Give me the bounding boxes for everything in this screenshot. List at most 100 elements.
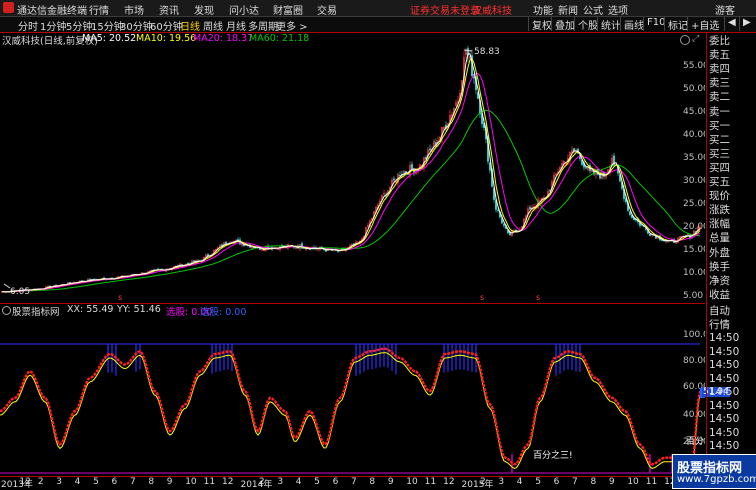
- gegu-button[interactable]: 个股: [574, 17, 598, 32]
- indicator-xx-line: [0, 347, 702, 466]
- svg-text:20.00: 20.00: [683, 437, 705, 447]
- date-label: 8: [590, 477, 597, 487]
- panel-label: 14:50: [709, 359, 740, 371]
- ma60-value: MA60: 21.18: [249, 33, 310, 44]
- panel-label: 买五: [709, 176, 730, 188]
- tab-30min[interactable]: 30分钟: [120, 18, 153, 33]
- menu-zixun[interactable]: 资讯: [159, 2, 179, 17]
- indicator-settings-icon[interactable]: [2, 306, 11, 315]
- stock-name-link[interactable]: 汉威科技: [472, 2, 512, 17]
- date-label: 2: [258, 477, 265, 487]
- kline-chart[interactable]: 58.83 6.05 s s s 55.00 50.00 45.00 40.00…: [0, 46, 705, 302]
- tab-more[interactable]: 更多 >: [276, 18, 308, 33]
- tab-weekly[interactable]: 周线: [203, 18, 223, 33]
- svg-text:100.0: 100.0: [683, 330, 705, 340]
- svg-text:35.00: 35.00: [683, 153, 705, 163]
- ma10-value: MA10: 19.56: [136, 33, 197, 44]
- tab-15min[interactable]: 15分钟: [91, 18, 124, 33]
- tab-fenshi[interactable]: 分时: [18, 18, 38, 33]
- date-label: 2015年: [461, 480, 494, 490]
- panel-label: 涨跌: [709, 204, 730, 217]
- huaxian-button[interactable]: 画线: [620, 17, 644, 32]
- candle-body: [399, 175, 401, 177]
- menu-gongshi[interactable]: 公式: [583, 2, 603, 17]
- f10-button[interactable]: F10: [643, 17, 665, 31]
- settings-icon[interactable]: [680, 35, 690, 45]
- menu-gongneng[interactable]: 功能: [533, 2, 553, 17]
- indicator-yy-line: [0, 352, 701, 469]
- date-label: 10: [627, 477, 639, 487]
- date-label: 12: [222, 477, 234, 487]
- ma20-line: [1, 72, 701, 293]
- expand-icon[interactable]: ⤢: [692, 34, 699, 44]
- menu-caifuquan[interactable]: 财富圈: [273, 2, 303, 17]
- date-label: 3: [498, 477, 505, 487]
- date-label: 10: [406, 477, 418, 487]
- next-arrow-icon[interactable]: ▶: [739, 17, 751, 31]
- panel-label: 14:50: [709, 345, 740, 358]
- tab-1min[interactable]: 1分钟: [40, 18, 66, 33]
- svg-text:5.00: 5.00: [683, 291, 703, 301]
- tab-daily[interactable]: 日线: [180, 18, 200, 33]
- menu-jiaoyi[interactable]: 交易: [317, 2, 337, 17]
- panel-label: 买二: [709, 133, 730, 146]
- panel-label: 卖三: [709, 77, 730, 90]
- date-label: 4: [295, 477, 302, 487]
- panel-label: 卖一: [709, 105, 730, 118]
- menu-xuanxiang[interactable]: 选项: [608, 2, 628, 17]
- panel-label: 卖四: [709, 63, 730, 76]
- xx-value: XX: 55.49: [67, 304, 114, 315]
- tab-5min[interactable]: 5分钟: [66, 18, 92, 33]
- biaoji-button[interactable]: 标记: [664, 17, 688, 32]
- date-label: 7: [351, 477, 357, 487]
- date-label: 6: [111, 477, 118, 487]
- candle-body: [529, 207, 531, 210]
- candle-body: [411, 164, 413, 169]
- date-label: 5: [314, 477, 320, 487]
- menu-faxian[interactable]: 发现: [194, 2, 214, 17]
- date-label: 9: [387, 477, 394, 487]
- ma60-line: [1, 109, 700, 293]
- tab-60min[interactable]: 60分钟: [150, 18, 183, 33]
- high-marker: 58.83: [463, 47, 500, 57]
- panel-label: 14:50: [709, 426, 740, 439]
- menu-wenxiaoda[interactable]: 问小达: [229, 2, 259, 17]
- panel-label: 换手: [709, 260, 730, 273]
- login-alert[interactable]: 证券交易未登录: [410, 2, 480, 17]
- date-label: 3: [277, 477, 284, 487]
- title-bar: 通达信金融终端 行情 市场 资讯 发现 问小达 财富圈 交易 证券交易未登录 汉…: [0, 0, 756, 17]
- svg-text:55.00: 55.00: [683, 61, 705, 71]
- svg-text:40.00: 40.00: [683, 410, 705, 420]
- date-label: 5: [535, 477, 541, 487]
- menu-youke[interactable]: 游客: [715, 2, 735, 17]
- tab-multi-period[interactable]: 多周期: [248, 18, 278, 33]
- date-label: 6: [553, 477, 560, 487]
- menu-hangqing[interactable]: 行情: [89, 2, 109, 17]
- svg-text:15.00: 15.00: [683, 245, 705, 255]
- signal-marker: s: [480, 293, 484, 302]
- date-label: 9: [166, 477, 173, 487]
- svg-text:45.00: 45.00: [683, 107, 705, 117]
- panel-label: 14:50: [709, 440, 740, 452]
- tongji-button[interactable]: 统计: [597, 17, 621, 32]
- candle-body: [585, 167, 587, 169]
- add-favorite-button[interactable]: +自选: [687, 17, 719, 32]
- diejia-button[interactable]: 叠加: [551, 17, 575, 32]
- panel-label: 14:50: [709, 413, 740, 425]
- date-label: 11: [645, 477, 658, 487]
- candle-body: [325, 250, 327, 252]
- candle-body: [429, 148, 431, 151]
- panel-label: 卖五: [709, 49, 730, 62]
- menu-xinwen[interactable]: 新闻: [558, 2, 578, 17]
- indicator-chart[interactable]: 百分之三! 百分 100.0 80.00 60.00 40.00 20.00: [0, 316, 705, 476]
- tab-monthly[interactable]: 月线: [226, 18, 246, 33]
- menu-shichang[interactable]: 市场: [124, 2, 144, 17]
- panel-label: 14:50: [709, 399, 740, 412]
- ma-info-bar: 汉威科技(日线,前复权) MA5: 20.52 MA10: 19.56 MA20…: [0, 33, 705, 47]
- prev-arrow-icon[interactable]: ◀: [724, 17, 736, 31]
- fuquan-button[interactable]: 复权: [528, 17, 552, 32]
- date-label: 8: [369, 477, 376, 487]
- ma10-line: [1, 58, 701, 293]
- svg-text:20.00: 20.00: [683, 222, 705, 232]
- panel-label: 净资: [709, 274, 730, 287]
